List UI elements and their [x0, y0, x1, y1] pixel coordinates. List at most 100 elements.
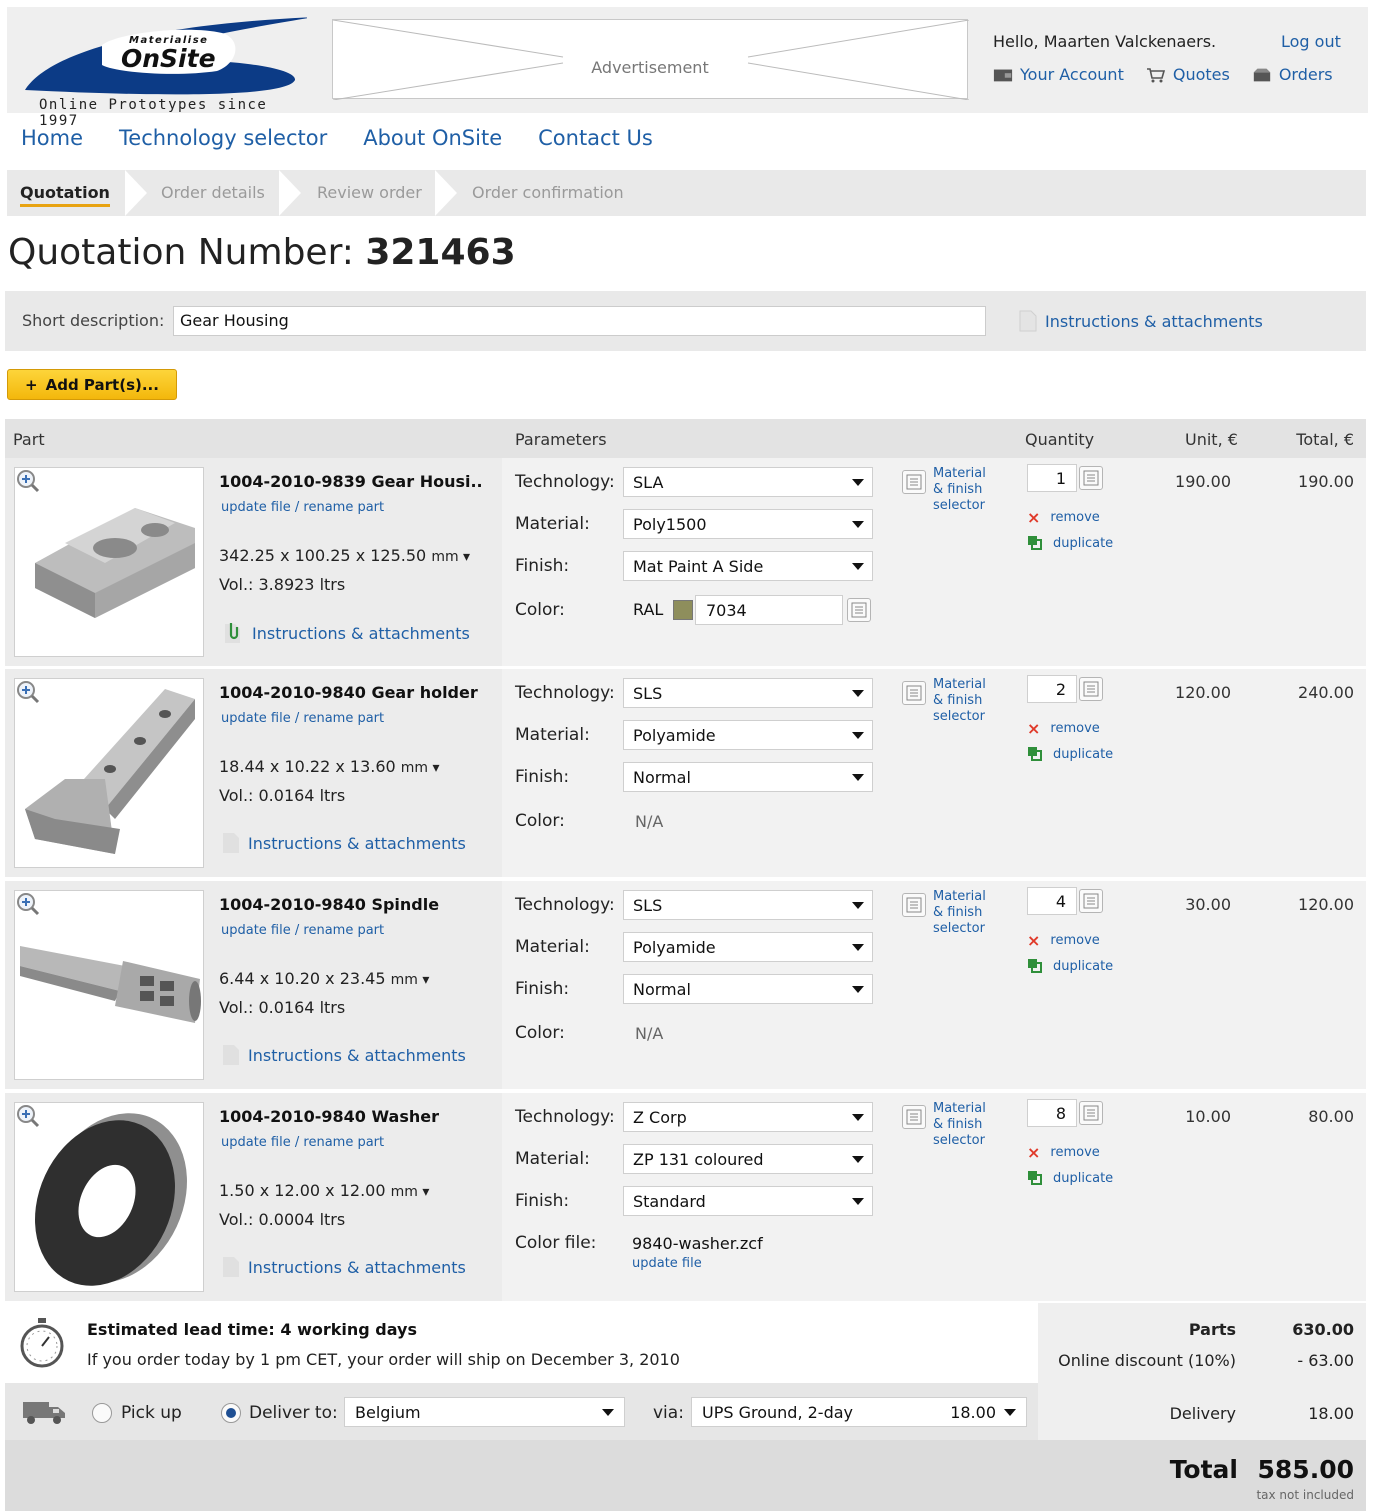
technology-select[interactable]: Z Corp: [623, 1102, 873, 1132]
remove-part-link[interactable]: × remove: [1027, 719, 1100, 738]
material-selector-button[interactable]: [902, 681, 926, 705]
quantity-button[interactable]: [1079, 889, 1103, 913]
rename-part-link[interactable]: rename part: [303, 711, 384, 726]
pickup-radio[interactable]: [92, 1403, 112, 1423]
onsite-logo[interactable]: Materialise OnSite Online Prototypes sin…: [17, 15, 315, 129]
zoom-icon[interactable]: [15, 1103, 41, 1129]
part-dimensions[interactable]: 342.25 x 100.25 x 125.50 mm ▾: [219, 546, 470, 565]
material-select[interactable]: ZP 131 coloured: [623, 1144, 873, 1174]
duplicate-part-link[interactable]: duplicate: [1027, 535, 1113, 551]
part-thumbnail[interactable]: [14, 467, 204, 657]
unit-dropdown[interactable]: mm ▾: [401, 760, 440, 776]
part-thumbnail[interactable]: [14, 1102, 204, 1292]
update-color-file-link[interactable]: update file: [632, 1256, 702, 1271]
step-quotation[interactable]: Quotation: [20, 170, 110, 216]
material-select[interactable]: Polyamide: [623, 720, 873, 750]
material-selector-button[interactable]: [902, 1105, 926, 1129]
material-selector-button[interactable]: [902, 893, 926, 917]
part-instructions-link[interactable]: Instructions & attachments: [222, 1044, 466, 1066]
remove-part-link[interactable]: × remove: [1027, 1143, 1100, 1162]
material-selector-button[interactable]: [902, 470, 926, 494]
material-select[interactable]: Poly1500: [623, 509, 873, 539]
part-instructions-link[interactable]: Instructions & attachments: [222, 832, 466, 854]
material-label: Material:: [515, 725, 590, 745]
add-parts-button[interactable]: + Add Part(s)...: [7, 369, 177, 400]
technology-select[interactable]: SLS: [623, 890, 873, 920]
update-file-link[interactable]: update file: [221, 923, 291, 938]
color-picker-button[interactable]: [847, 598, 871, 622]
zoom-icon[interactable]: [15, 468, 41, 494]
advertisement-banner[interactable]: Advertisement: [332, 19, 969, 100]
unit-dropdown[interactable]: mm ▾: [391, 972, 430, 988]
unit-dropdown[interactable]: mm ▾: [391, 1184, 430, 1200]
technology-select[interactable]: SLS: [623, 678, 873, 708]
attach-icon: [225, 623, 240, 643]
list-icon: [1083, 893, 1099, 909]
finish-select[interactable]: Mat Paint A Side: [623, 551, 873, 581]
nav-about-onsite[interactable]: About OnSite: [363, 126, 502, 150]
material-finish-selector-link[interactable]: Material & finish selector: [933, 889, 986, 937]
part-thumbnail[interactable]: [14, 678, 204, 868]
nav-home[interactable]: Home: [21, 126, 83, 150]
deliver-to-label: Deliver to:: [249, 1403, 338, 1423]
part-dimensions[interactable]: 6.44 x 10.20 x 23.45 mm ▾: [219, 969, 429, 988]
quantity-input[interactable]: 1: [1027, 464, 1077, 492]
shipping-method-select[interactable]: UPS Ground, 2-day 18.00: [691, 1397, 1027, 1427]
part-instructions-link[interactable]: Instructions & attachments: [222, 621, 470, 645]
rename-part-link[interactable]: rename part: [303, 923, 384, 938]
part-dimensions[interactable]: 18.44 x 10.22 x 13.60 mm ▾: [219, 757, 440, 776]
quantity-button[interactable]: [1079, 677, 1103, 701]
part-dimensions[interactable]: 1.50 x 12.00 x 12.00 mm ▾: [219, 1181, 429, 1200]
quantity-input[interactable]: 4: [1027, 887, 1077, 915]
deliver-to-radio[interactable]: [221, 1403, 241, 1423]
part-instructions-link[interactable]: Instructions & attachments: [222, 1256, 466, 1278]
country-select[interactable]: Belgium: [344, 1397, 625, 1427]
your-account-label: Your Account: [1020, 65, 1124, 84]
step-order-confirmation[interactable]: Order confirmation: [472, 170, 624, 216]
nav-technology-selector[interactable]: Technology selector: [119, 126, 327, 150]
duplicate-part-link[interactable]: duplicate: [1027, 958, 1113, 974]
via-label: via:: [653, 1403, 684, 1423]
material-select[interactable]: Polyamide: [623, 932, 873, 962]
finish-select[interactable]: Normal: [623, 762, 873, 792]
your-account-link[interactable]: Your Account: [993, 65, 1124, 84]
finish-select[interactable]: Normal: [623, 974, 873, 1004]
col-parameters: Parameters: [515, 430, 607, 449]
quote-instructions-link[interactable]: Instructions & attachments: [1019, 310, 1263, 332]
material-finish-selector-link[interactable]: Material & finish selector: [933, 1101, 986, 1149]
part-volume: Vol.: 3.8923 ltrs: [219, 575, 346, 594]
part-thumbnail[interactable]: [14, 890, 204, 1080]
rename-part-link[interactable]: rename part: [303, 1135, 384, 1150]
step-review-order[interactable]: Review order: [317, 170, 422, 216]
col-total: Total, €: [1296, 430, 1354, 449]
duplicate-part-link[interactable]: duplicate: [1027, 1170, 1113, 1186]
quantity-input[interactable]: 8: [1027, 1099, 1077, 1127]
unit-dropdown[interactable]: mm ▾: [431, 549, 470, 565]
technology-select[interactable]: SLA: [623, 467, 873, 497]
short-description-input[interactable]: Gear Housing: [173, 306, 986, 336]
quantity-button[interactable]: [1079, 466, 1103, 490]
orders-link[interactable]: Orders: [1252, 65, 1333, 84]
part-volume: Vol.: 0.0164 ltrs: [219, 786, 346, 805]
update-file-link[interactable]: update file: [221, 711, 291, 726]
material-finish-selector-link[interactable]: Material & finish selector: [933, 677, 986, 725]
logout-link[interactable]: Log out: [1281, 32, 1341, 51]
update-file-link[interactable]: update file: [221, 500, 291, 515]
technology-label: Technology:: [515, 472, 615, 492]
nav-contact-us[interactable]: Contact Us: [538, 126, 653, 150]
remove-part-link[interactable]: × remove: [1027, 508, 1100, 527]
duplicate-part-link[interactable]: duplicate: [1027, 746, 1113, 762]
update-file-link[interactable]: update file: [221, 1135, 291, 1150]
color-code-input[interactable]: 7034: [695, 595, 843, 625]
finish-select[interactable]: Standard: [623, 1186, 873, 1216]
step-order-details[interactable]: Order details: [161, 170, 265, 216]
quantity-input[interactable]: 2: [1027, 675, 1077, 703]
quotes-link[interactable]: Quotes: [1146, 65, 1230, 84]
zoom-icon[interactable]: [15, 679, 41, 705]
rename-part-link[interactable]: rename part: [303, 500, 384, 515]
material-finish-selector-link[interactable]: Material & finish selector: [933, 466, 986, 514]
color-field[interactable]: RAL 7034: [623, 595, 843, 625]
zoom-icon[interactable]: [15, 891, 41, 917]
remove-part-link[interactable]: × remove: [1027, 931, 1100, 950]
quantity-button[interactable]: [1079, 1101, 1103, 1125]
